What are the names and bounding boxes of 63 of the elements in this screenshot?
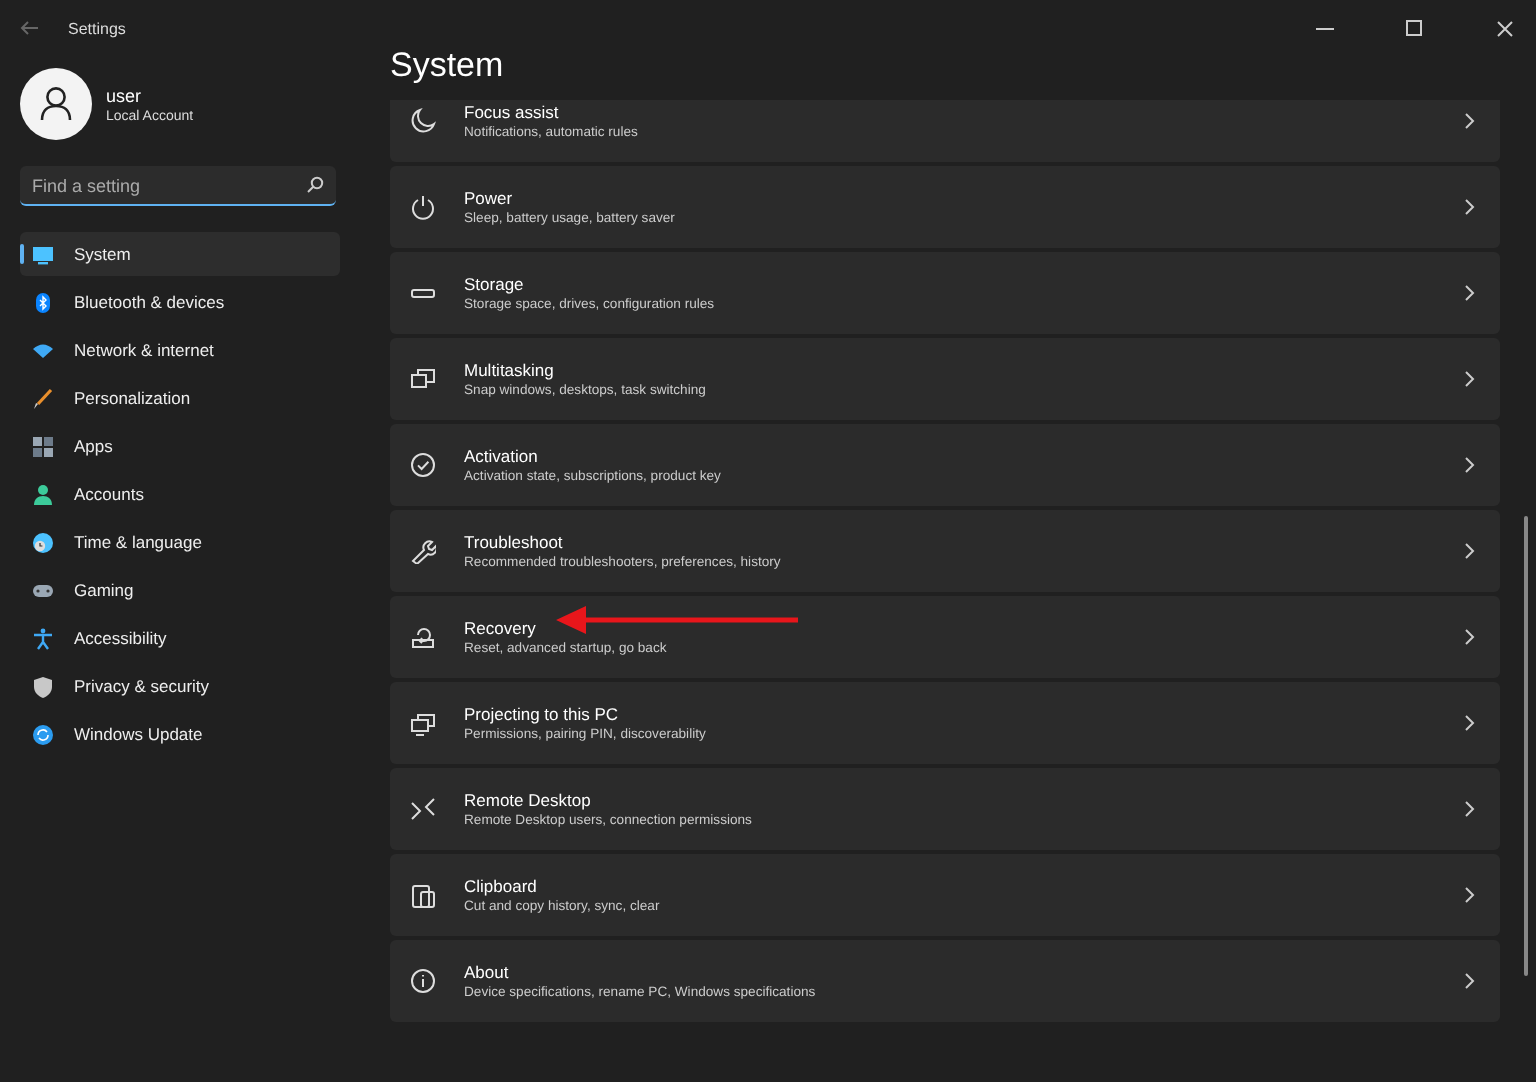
check-circle-icon	[410, 452, 436, 478]
sidebar-item[interactable]: System	[20, 232, 340, 276]
search-icon	[306, 176, 324, 194]
chevron-right-icon	[1464, 628, 1476, 646]
back-icon[interactable]	[20, 18, 40, 38]
card-title: Recovery	[464, 618, 536, 638]
update-icon	[32, 723, 54, 745]
accessibility-icon	[32, 627, 54, 649]
card-title: Power	[464, 188, 513, 208]
card-title: Troubleshoot	[464, 532, 563, 552]
card-title: Activation	[464, 446, 538, 466]
projector-icon	[410, 710, 436, 736]
moon-icon	[410, 108, 436, 134]
card-title: Storage	[464, 274, 524, 294]
monitor-icon	[32, 243, 54, 265]
globe-clock-icon	[32, 531, 54, 553]
card-title: Focus assist	[464, 102, 559, 122]
chevron-right-icon	[1464, 370, 1476, 388]
card-title: About	[464, 962, 509, 982]
recovery-icon	[410, 624, 436, 650]
chevron-right-icon	[1464, 198, 1476, 216]
power-icon	[410, 194, 436, 220]
chevron-right-icon	[1464, 112, 1476, 130]
apps-icon	[32, 435, 54, 457]
sidebar-item[interactable]: Windows Update	[20, 712, 340, 756]
user-avatar[interactable]	[20, 68, 92, 140]
clipboard-icon	[410, 882, 436, 908]
sidebar-item[interactable]: Bluetooth & devices	[20, 280, 340, 324]
search-field[interactable]: Find a setting	[20, 166, 336, 206]
chevron-right-icon	[1464, 456, 1476, 474]
account-name: user	[106, 85, 144, 105]
shield-icon	[32, 675, 54, 697]
page-title: System	[390, 44, 506, 88]
card-title: Remote Desktop	[464, 790, 591, 810]
sidebar-item[interactable]: Personalization	[20, 376, 340, 420]
chevron-right-icon	[1464, 972, 1476, 990]
window-title: Settings	[68, 19, 126, 37]
sidebar-item[interactable]: Network & internet	[20, 328, 340, 372]
person-icon	[32, 483, 54, 505]
sidebar-item[interactable]: Time & language	[20, 520, 340, 564]
sidebar-item[interactable]: Privacy & security	[20, 664, 340, 708]
card-title: Projecting to this PC	[464, 704, 619, 724]
chevron-right-icon	[1464, 542, 1476, 560]
paintbrush-icon	[32, 387, 54, 409]
wifi-icon	[32, 339, 54, 361]
sidebar-item[interactable]: Accounts	[20, 472, 340, 516]
info-icon	[410, 968, 436, 994]
sidebar-item[interactable]: Apps	[20, 424, 340, 468]
card-title: Multitasking	[464, 360, 554, 380]
scrollbar[interactable]	[1524, 516, 1528, 976]
wrench-icon	[410, 538, 436, 564]
chevron-right-icon	[1464, 284, 1476, 302]
chevron-right-icon	[1464, 886, 1476, 904]
sidebar-item[interactable]: Accessibility	[20, 616, 340, 660]
bluetooth-icon	[32, 291, 54, 313]
sidebar-item[interactable]: Gaming	[20, 568, 340, 612]
chevron-right-icon	[1464, 714, 1476, 732]
chevron-right-icon	[1464, 800, 1476, 818]
close-icon	[1496, 19, 1514, 37]
windows-stack-icon	[410, 366, 436, 392]
gamepad-icon	[32, 579, 54, 601]
card-title: Clipboard	[464, 876, 537, 896]
remote-desktop-icon	[410, 796, 436, 822]
